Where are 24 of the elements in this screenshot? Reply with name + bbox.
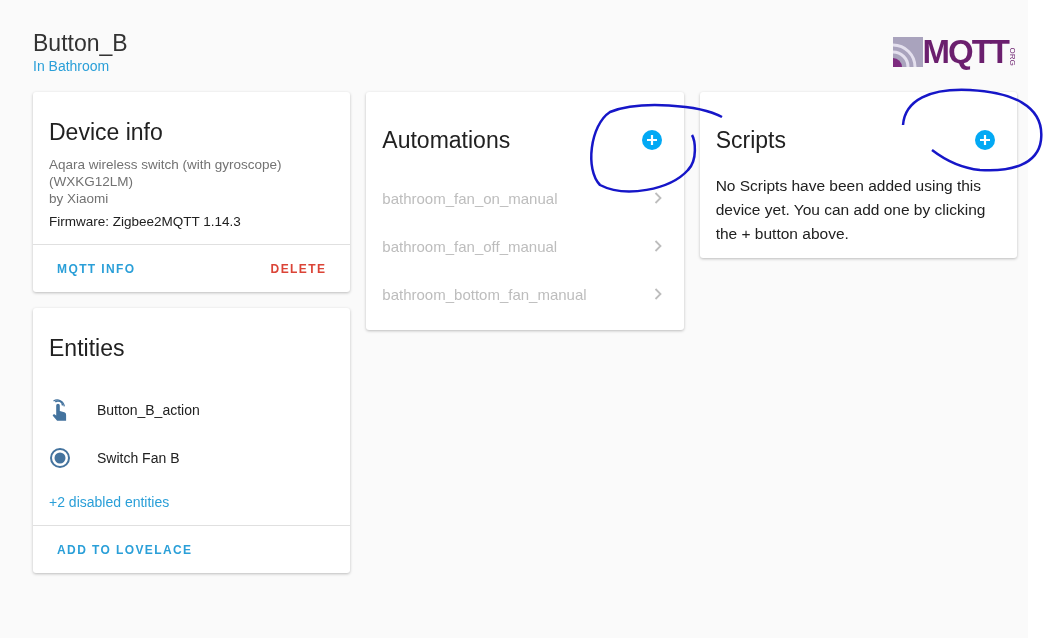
- entity-name: Button_B_action: [97, 402, 200, 418]
- add-button[interactable]: [975, 130, 995, 150]
- chevron-right-icon: [653, 192, 662, 204]
- card-title: Entities: [49, 334, 126, 362]
- empty-message: No Scripts have been added using this device yet. You can add one by clicking the + button above.: [714, 176, 987, 244]
- add-button[interactable]: [641, 130, 662, 150]
- radio-icon: [49, 447, 71, 469]
- card-title: Scripts: [715, 126, 786, 154]
- device-model: Aqara wireless switch (with gyroscope): [49, 156, 283, 173]
- chevron-right-icon: [653, 288, 662, 300]
- firmware-version: Firmware: Zigbee2MQTT 1.14.3: [49, 213, 242, 230]
- device-model-id: (WXKG12LM): [49, 173, 134, 190]
- entity-row[interactable]: Button_B_action: [49, 386, 335, 434]
- card-title: Device info: [49, 118, 164, 146]
- entity-row[interactable]: Switch Fan B: [49, 434, 335, 482]
- delete-button[interactable]: DELETE: [254, 249, 343, 288]
- entity-name: Switch Fan B: [97, 450, 180, 466]
- card-title: Automations: [382, 126, 511, 154]
- add-to-lovelace-button[interactable]: ADD TO LOVELACE: [41, 530, 209, 569]
- device-manufacturer: by Xiaomi: [49, 190, 110, 207]
- device-title: Button_B: [33, 30, 128, 56]
- chevron-right-icon: [653, 240, 662, 252]
- mqtt-info-button[interactable]: MQTT INFO: [41, 249, 152, 288]
- area-link[interactable]: In Bathroom: [33, 58, 110, 74]
